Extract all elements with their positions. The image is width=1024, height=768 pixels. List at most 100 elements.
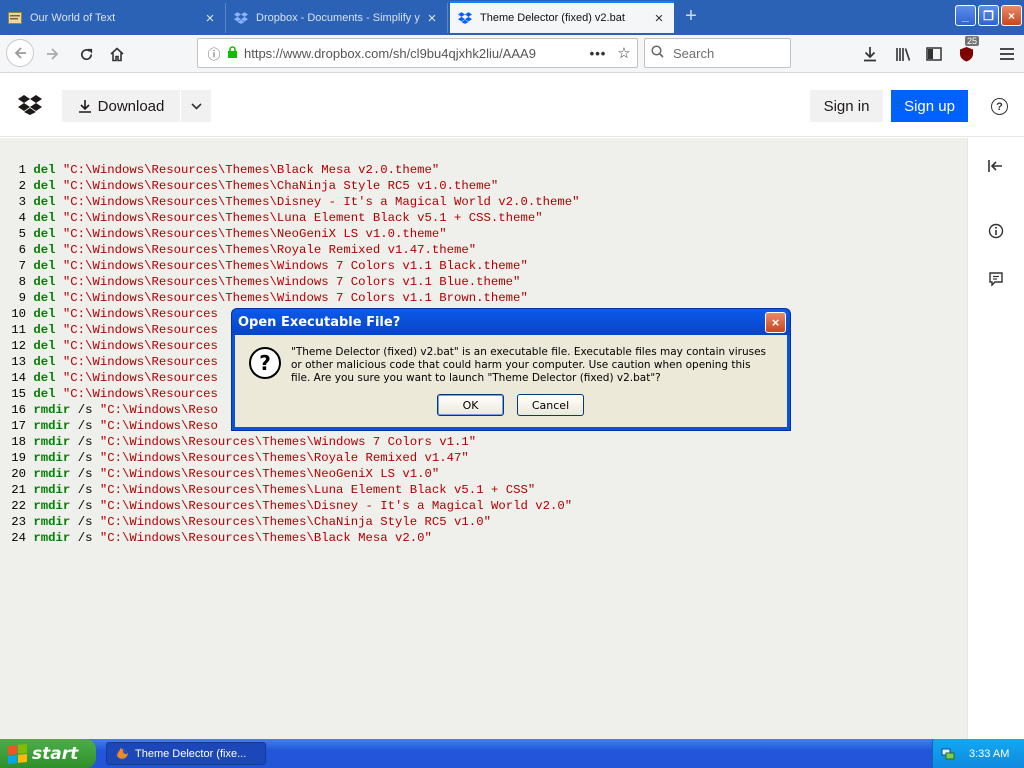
code-path-string: "C:\Windows\Resources\Themes\NeoGeniX LS… xyxy=(99,467,440,481)
code-line: 9 del "C:\Windows\Resources\Themes\Windo… xyxy=(8,290,579,306)
code-keyword: del xyxy=(33,339,56,353)
taskbar-item-theme-delector[interactable]: Theme Delector (fixe... xyxy=(106,742,266,765)
comment-icon[interactable] xyxy=(987,270,1005,288)
code-keyword: del xyxy=(33,227,56,241)
code-path-string: "C:\Windows\Resources xyxy=(62,387,218,401)
info-circle-icon[interactable] xyxy=(987,222,1005,240)
code-path-string: "C:\Windows\Resources xyxy=(62,339,218,353)
code-keyword: rmdir xyxy=(33,419,71,433)
open-executable-dialog: Open Executable File? × ? "Theme Delecto… xyxy=(231,308,791,431)
download-icon xyxy=(78,100,91,113)
code-line: 7 del "C:\Windows\Resources\Themes\Windo… xyxy=(8,258,579,274)
code-path-string: "C:\Windows\Resources\Themes\Windows 7 C… xyxy=(99,435,477,449)
code-path-string: "C:\Windows\Resources xyxy=(62,323,218,337)
line-number: 7 xyxy=(18,259,26,273)
line-number: 10 xyxy=(11,307,26,321)
library-icon[interactable] xyxy=(890,41,916,67)
code-path-string: "C:\Windows\Resources\Themes\Disney - It… xyxy=(62,195,580,209)
sidebar-toggle-icon[interactable] xyxy=(921,41,947,67)
tab-dropbox-documents[interactable]: Dropbox - Documents - Simplify y × xyxy=(226,3,448,33)
tab-title: Our World of Text xyxy=(30,12,116,24)
code-path-string: "C:\Windows\Resources\Themes\Windows 7 C… xyxy=(62,291,528,305)
reload-icon[interactable] xyxy=(73,41,99,67)
code-line: 21 rmdir /s "C:\Windows\Resources\Themes… xyxy=(8,482,579,498)
dialog-close-icon[interactable]: × xyxy=(765,312,786,333)
page-favicon-icon xyxy=(8,11,22,25)
help-icon[interactable]: ? xyxy=(991,98,1008,115)
info-icon[interactable]: ⓘ xyxy=(204,44,224,63)
dropbox-favicon-icon xyxy=(234,11,248,25)
code-switch: /s xyxy=(77,531,93,545)
line-number: 8 xyxy=(18,275,26,289)
start-button[interactable]: start xyxy=(0,739,96,768)
code-keyword: rmdir xyxy=(33,499,71,513)
cancel-button[interactable]: Cancel xyxy=(517,394,584,416)
line-number: 3 xyxy=(18,195,26,209)
download-options-chevron-icon[interactable] xyxy=(181,90,211,122)
download-label: Download xyxy=(97,97,165,115)
page-actions-icon[interactable]: ••• xyxy=(585,46,611,61)
url-bar[interactable]: ⓘ https://www.dropbox.com/sh/cl9bu4qjxhk… xyxy=(197,38,638,68)
code-line: 5 del "C:\Windows\Resources\Themes\NeoGe… xyxy=(8,226,579,242)
code-keyword: rmdir xyxy=(33,451,71,465)
lock-icon[interactable] xyxy=(224,45,240,61)
tab-title: Dropbox - Documents - Simplify y xyxy=(256,12,420,24)
search-input[interactable]: Search xyxy=(644,38,791,68)
dialog-body: ? "Theme Delector (fixed) v2.bat" is an … xyxy=(235,335,787,427)
code-keyword: rmdir xyxy=(33,483,71,497)
code-keyword: rmdir xyxy=(33,515,71,529)
dropbox-logo-icon[interactable] xyxy=(18,95,42,115)
download-button[interactable]: Download xyxy=(62,90,180,122)
code-path-string: "C:\Windows\Resources\Themes\Black Mesa … xyxy=(62,163,440,177)
restore-icon[interactable]: ❐ xyxy=(978,5,999,26)
search-icon xyxy=(651,45,673,61)
line-number: 22 xyxy=(11,499,26,513)
code-keyword: del xyxy=(33,323,56,337)
sign-up-button[interactable]: Sign up xyxy=(891,90,968,122)
new-tab-plus-icon[interactable]: + xyxy=(680,5,702,27)
sign-in-button[interactable]: Sign in xyxy=(810,90,883,122)
line-number: 19 xyxy=(11,451,26,465)
firefox-icon xyxy=(116,747,128,760)
bookmark-star-icon[interactable]: ☆ xyxy=(611,44,637,62)
dialog-titlebar[interactable]: Open Executable File? × xyxy=(232,309,790,335)
code-switch: /s xyxy=(77,467,93,481)
ok-button[interactable]: OK xyxy=(437,394,504,416)
code-path-string: "C:\Windows\Resources\Themes\ChaNinja St… xyxy=(99,515,491,529)
taskbar-item-label: Theme Delector (fixe... xyxy=(135,747,247,760)
minimize-icon[interactable]: _ xyxy=(955,5,976,26)
code-line: 1 del "C:\Windows\Resources\Themes\Black… xyxy=(8,162,579,178)
window-controls: _ ❐ × xyxy=(955,5,1022,26)
dropbox-header: Download Sign in Sign up ? xyxy=(0,73,1024,137)
code-switch: /s xyxy=(77,435,93,449)
code-keyword: rmdir xyxy=(33,403,71,417)
home-icon[interactable] xyxy=(104,41,130,67)
collapse-panel-icon[interactable] xyxy=(987,157,1005,175)
taskbar: start Theme Delector (fixe... 3:33 AM xyxy=(0,739,1024,768)
search-placeholder: Search xyxy=(673,45,715,61)
tab-close-icon[interactable]: × xyxy=(652,10,666,27)
tab-close-icon[interactable]: × xyxy=(425,10,439,27)
file-preview: 1 del "C:\Windows\Resources\Themes\Black… xyxy=(0,138,967,739)
tab-close-icon[interactable]: × xyxy=(203,10,217,27)
back-arrow-icon[interactable] xyxy=(6,39,34,67)
tab-our-world-of-text[interactable]: Our World of Text × xyxy=(0,3,226,33)
code-path-string: "C:\Windows\Resources\Themes\Black Mesa … xyxy=(99,531,432,545)
tab-theme-delector[interactable]: Theme Delector (fixed) v2.bat × xyxy=(450,1,674,33)
line-number: 13 xyxy=(11,355,26,369)
code-path-string: "C:\Windows\Reso xyxy=(99,403,218,417)
downloads-icon[interactable] xyxy=(857,41,883,67)
navigation-bar: ⓘ https://www.dropbox.com/sh/cl9bu4qjxhk… xyxy=(0,35,1024,73)
clock[interactable]: 3:33 AM xyxy=(969,748,1009,760)
line-number: 21 xyxy=(11,483,26,497)
network-tray-icon[interactable] xyxy=(941,747,955,761)
code-line: 6 del "C:\Windows\Resources\Themes\Royal… xyxy=(8,242,579,258)
code-line: 2 del "C:\Windows\Resources\Themes\ChaNi… xyxy=(8,178,579,194)
code-path-string: "C:\Windows\Resources\Themes\Luna Elemen… xyxy=(62,211,543,225)
code-path-string: "C:\Windows\Resources\Themes\Disney - It… xyxy=(99,499,573,513)
window-close-icon[interactable]: × xyxy=(1001,5,1022,26)
forward-arrow-icon[interactable] xyxy=(40,41,66,67)
hamburger-menu-icon[interactable] xyxy=(994,41,1020,67)
code-keyword: del xyxy=(33,371,56,385)
code-keyword: del xyxy=(33,211,56,225)
